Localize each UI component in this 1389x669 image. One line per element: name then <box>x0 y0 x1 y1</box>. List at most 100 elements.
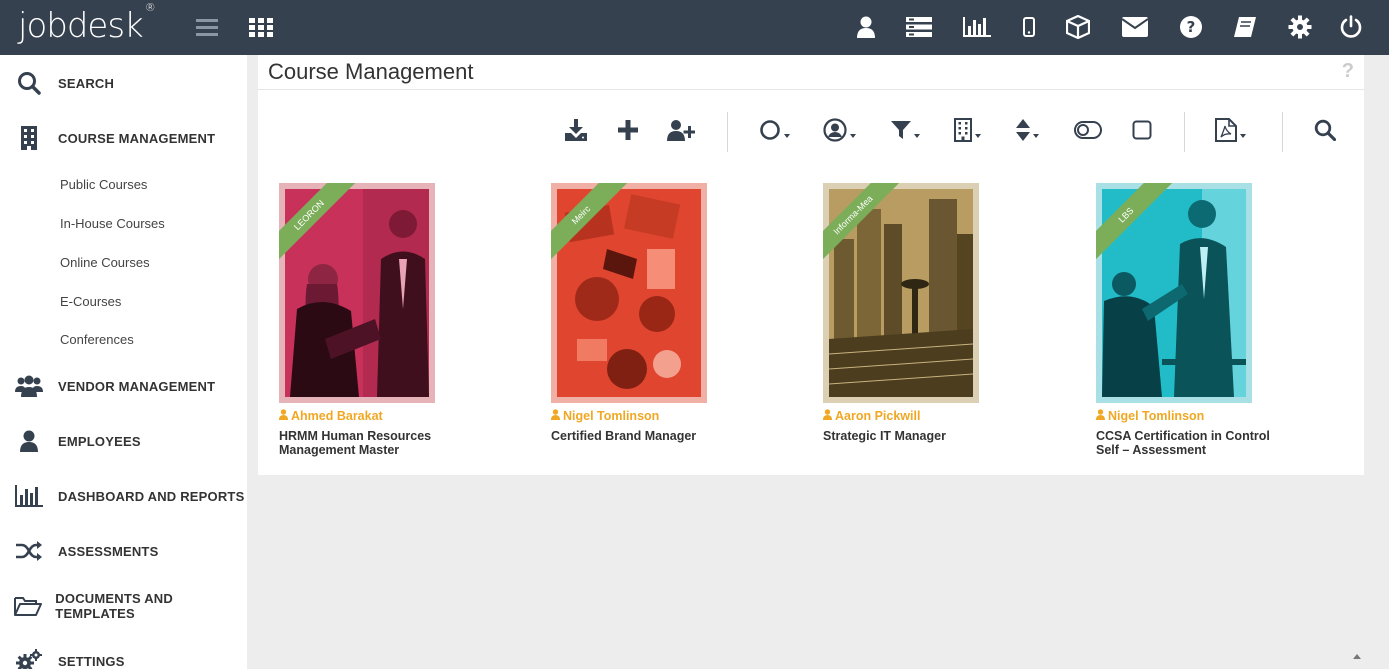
gear-icon[interactable] <box>1285 12 1315 42</box>
organization-dropdown[interactable] <box>954 117 981 145</box>
power-icon[interactable] <box>1336 12 1366 42</box>
chevron-down-icon <box>784 134 790 138</box>
book-icon[interactable] <box>1230 12 1260 42</box>
bar-chart-icon[interactable] <box>962 12 992 42</box>
course-card[interactable]: Informa-Mea Aaron Pickwill Strategic IT … <box>823 183 1063 443</box>
course-thumbnail[interactable]: LEORON <box>279 183 435 403</box>
logo-text: jobdesk <box>18 6 144 46</box>
course-instructor: Nigel Tomlinson <box>551 409 791 423</box>
help-icon[interactable]: ? <box>1342 60 1354 83</box>
page-title: Course Management <box>268 59 474 84</box>
user-dropdown[interactable] <box>823 117 856 147</box>
toggle-view-button[interactable] <box>1074 119 1102 145</box>
building-icon <box>0 126 58 150</box>
add-user-button[interactable] <box>667 119 696 146</box>
course-title[interactable]: Certified Brand Manager <box>551 429 751 443</box>
checkbox-icon <box>1132 120 1152 145</box>
user-icon[interactable] <box>851 12 881 42</box>
sidebar-item-documents-and-templates[interactable]: DOCUMENTS AND TEMPLATES <box>0 586 247 626</box>
mobile-icon[interactable] <box>1014 12 1044 42</box>
chevron-down-icon <box>1033 134 1039 138</box>
instructor-name[interactable]: Aaron Pickwill <box>835 409 920 423</box>
toggle-icon <box>1074 120 1102 144</box>
sidebar-sub-online-courses[interactable]: Online Courses <box>60 255 150 270</box>
title-divider <box>258 89 1364 90</box>
instructor-name[interactable]: Ahmed Barakat <box>291 409 383 423</box>
sidebar-item-assessments[interactable]: ASSESSMENTS <box>0 531 247 571</box>
gears-icon <box>0 649 58 669</box>
download-icon <box>564 118 588 146</box>
download-button[interactable] <box>564 118 588 146</box>
server-icon[interactable] <box>904 12 934 42</box>
search-icon <box>1314 119 1337 146</box>
pdf-icon <box>1215 117 1237 147</box>
sidebar-item-dashboard-and-reports[interactable]: DASHBOARD AND REPORTS <box>0 476 247 516</box>
sidebar: SEARCH COURSE MANAGEMENT Public Courses … <box>0 55 247 669</box>
sidebar-label-settings: SETTINGS <box>58 653 125 669</box>
add-user-icon <box>667 119 696 146</box>
sidebar-label-course-management: COURSE MANAGEMENT <box>58 130 216 146</box>
search-icon <box>0 71 58 95</box>
filter-icon <box>891 120 911 145</box>
sidebar-sub-e-courses[interactable]: E-Courses <box>60 294 121 309</box>
sidebar-label-vendor-management: VENDOR MANAGEMENT <box>58 378 216 394</box>
course-title[interactable]: CCSA Certification in Control Self – Ass… <box>1096 429 1296 457</box>
status-dropdown[interactable] <box>759 119 790 145</box>
instructor-name[interactable]: Nigel Tomlinson <box>563 409 659 423</box>
scroll-to-top-icon[interactable] <box>1353 654 1361 659</box>
course-card[interactable]: LBS Nigel Tomlinson CCSA Certification i… <box>1096 183 1336 457</box>
pdf-export-dropdown[interactable] <box>1215 117 1246 147</box>
sidebar-sub-in-house-courses[interactable]: In-House Courses <box>60 216 165 231</box>
course-thumbnail[interactable]: LBS <box>1096 183 1252 403</box>
select-all-checkbox[interactable] <box>1132 119 1152 145</box>
add-button[interactable] <box>618 119 638 145</box>
top-navigation-bar: jobdesk ® ? <box>0 0 1389 55</box>
course-thumbnail[interactable]: Meirc <box>551 183 707 403</box>
sidebar-label-documents-and-templates: DOCUMENTS AND TEMPLATES <box>55 591 173 621</box>
user-circle-icon <box>823 117 847 147</box>
sidebar-label-search: SEARCH <box>58 75 115 91</box>
user-icon <box>823 409 832 423</box>
user-icon <box>1096 409 1105 423</box>
sort-icon <box>1016 118 1030 146</box>
sidebar-item-vendor-management[interactable]: VENDOR MANAGEMENT <box>0 366 247 406</box>
instructor-name[interactable]: Nigel Tomlinson <box>1108 409 1204 423</box>
toolbar-divider <box>1282 112 1283 152</box>
chevron-down-icon <box>914 134 920 138</box>
sort-dropdown[interactable] <box>1016 118 1039 146</box>
course-card[interactable]: Meirc Nigel Tomlinson Certified Brand Ma… <box>551 183 791 443</box>
folder-open-icon <box>0 595 55 617</box>
course-instructor: Nigel Tomlinson <box>1096 409 1336 423</box>
question-icon[interactable]: ? <box>1176 12 1206 42</box>
course-title[interactable]: HRMM Human Resources Management Master <box>279 429 479 457</box>
chevron-down-icon <box>1240 134 1246 138</box>
envelope-icon[interactable] <box>1120 12 1150 42</box>
jobdesk-logo[interactable]: jobdesk ® <box>18 1 156 46</box>
user-icon <box>279 409 288 423</box>
course-management-panel: Course Management ? LEORON Ahmed Barakat… <box>258 55 1364 475</box>
user-icon <box>551 409 560 423</box>
cube-icon[interactable] <box>1063 12 1093 42</box>
sidebar-item-settings[interactable]: SETTINGS <box>0 641 247 669</box>
sidebar-sub-conferences[interactable]: Conferences <box>60 332 134 347</box>
course-title[interactable]: Strategic IT Manager <box>823 429 1023 443</box>
user-icon <box>0 430 58 452</box>
filter-dropdown[interactable] <box>891 119 920 145</box>
sidebar-label-assessments: ASSESSMENTS <box>58 543 159 559</box>
menu-icon[interactable] <box>192 12 222 42</box>
toolbar-divider <box>727 112 728 152</box>
chevron-down-icon <box>850 134 856 138</box>
sidebar-item-course-management[interactable]: COURSE MANAGEMENT <box>0 118 247 158</box>
sidebar-item-search[interactable]: SEARCH <box>0 63 247 103</box>
course-card[interactable]: LEORON Ahmed Barakat HRMM Human Resource… <box>279 183 519 457</box>
course-instructor: Ahmed Barakat <box>279 409 519 423</box>
sidebar-sub-public-courses[interactable]: Public Courses <box>60 177 147 192</box>
sidebar-item-employees[interactable]: EMPLOYEES <box>0 421 247 461</box>
bar-chart-icon <box>0 485 58 507</box>
course-thumbnail[interactable]: Informa-Mea <box>823 183 979 403</box>
search-button[interactable] <box>1314 119 1337 146</box>
chevron-down-icon <box>975 134 981 138</box>
apps-grid-icon[interactable] <box>246 12 276 42</box>
toolbar-divider <box>1184 112 1185 152</box>
svg-text:?: ? <box>1187 18 1196 36</box>
